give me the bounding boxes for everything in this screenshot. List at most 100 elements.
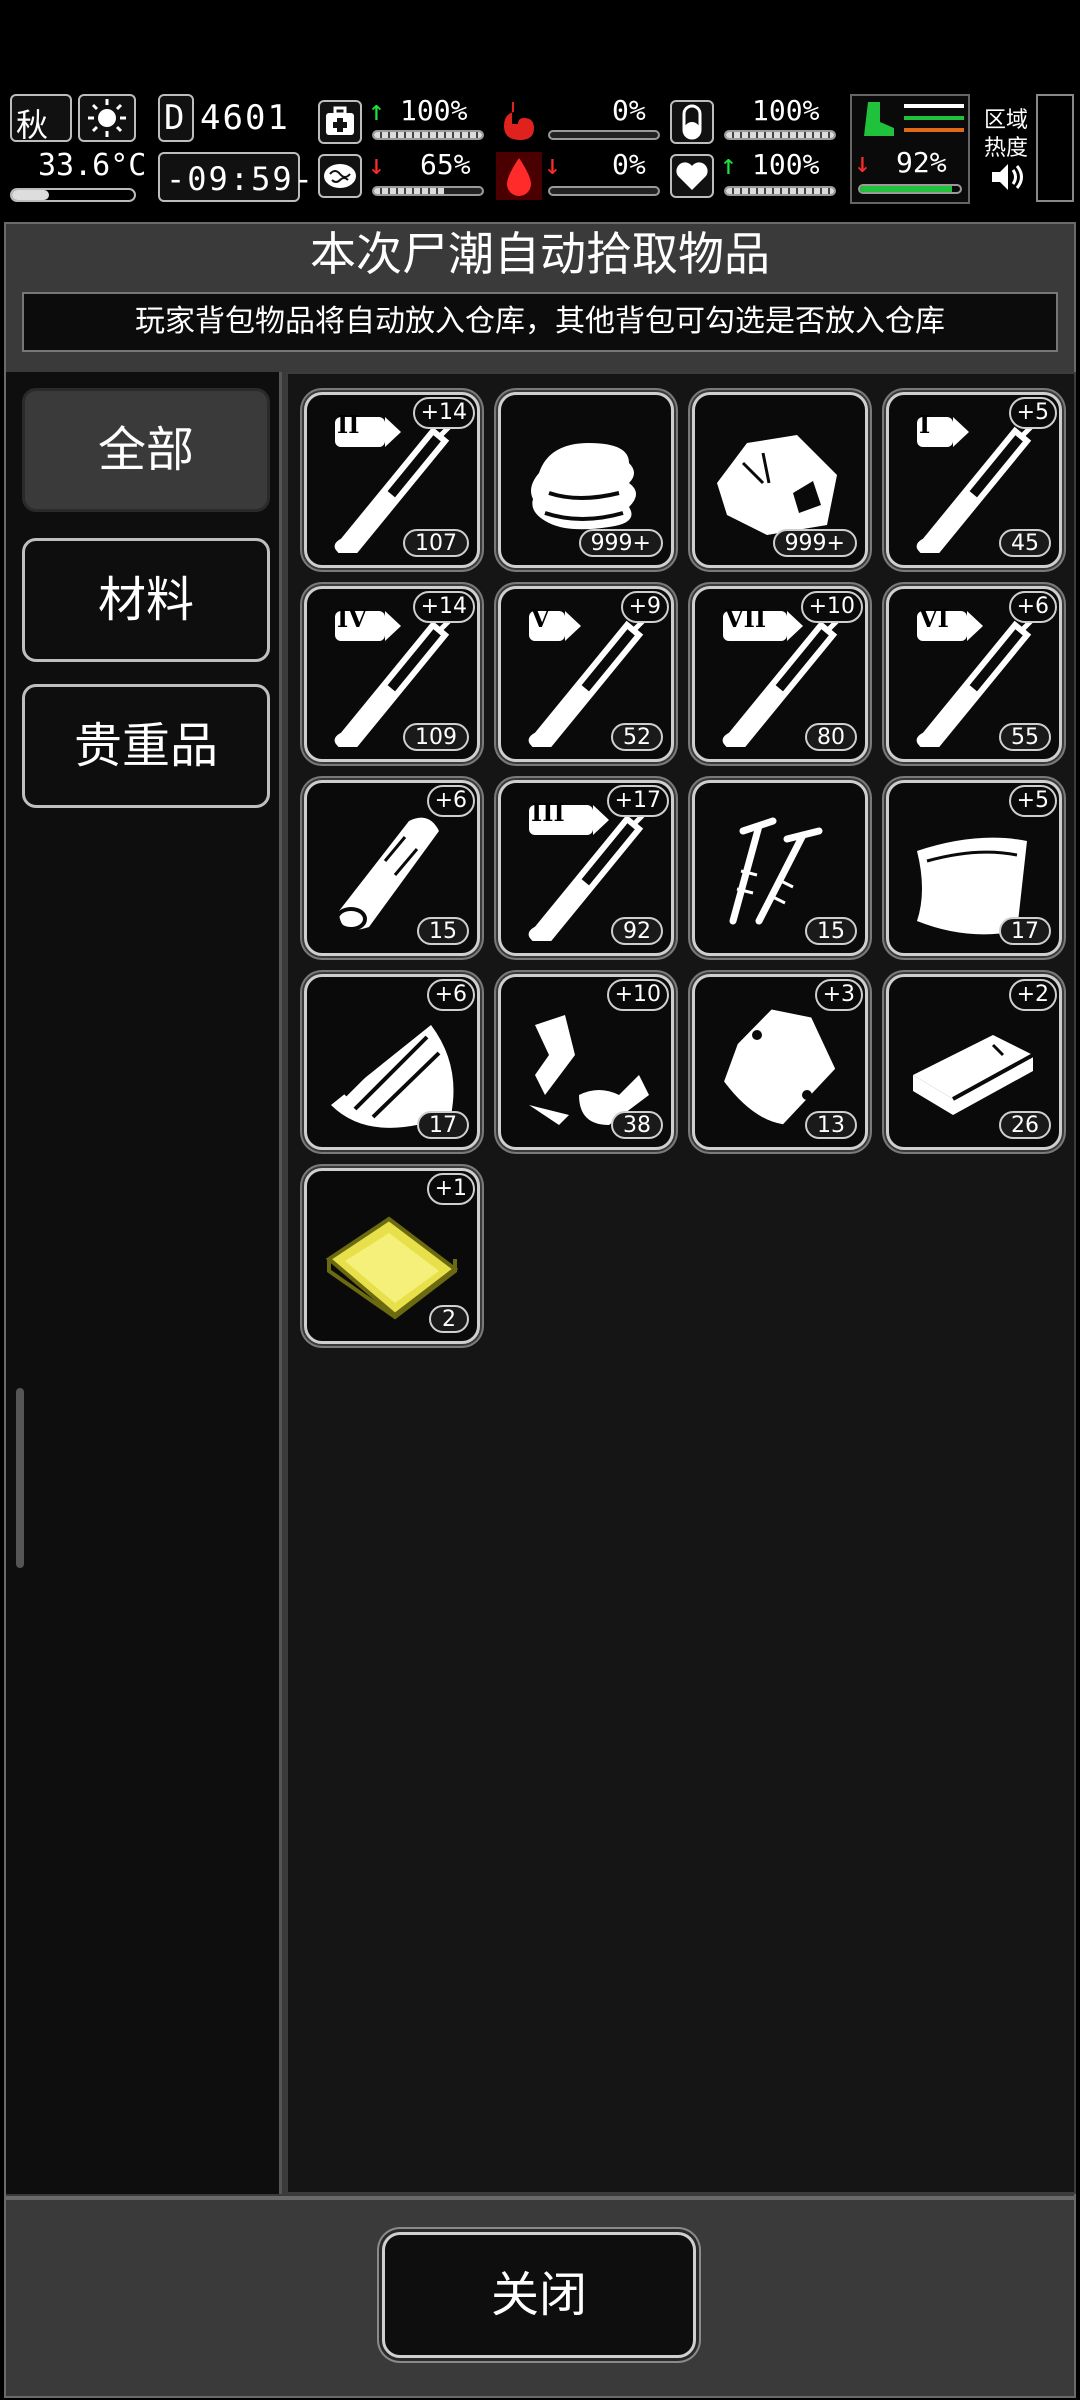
item-count-badge: 107 (403, 529, 469, 557)
heart-icon (670, 154, 714, 198)
item-bonus-badge: +1 (426, 1173, 475, 1205)
item-bonus-badge: +9 (620, 591, 669, 623)
stamina-bar (858, 184, 962, 194)
item-count-badge: 52 (611, 723, 663, 751)
stamina-down-arrow-icon: ↓ (854, 146, 871, 179)
item-tier-label: VII (725, 604, 767, 633)
speaker-icon[interactable] (990, 160, 1026, 194)
category-sidebar: 全部 材料 贵重品 (6, 372, 282, 2194)
blood-bar (548, 186, 660, 196)
item-bonus-badge: +14 (412, 591, 475, 623)
heart-bar (724, 186, 836, 196)
item-slot[interactable]: 999+ (692, 392, 868, 568)
brain-value: 65% (420, 148, 471, 181)
item-bonus-badge: +5 (1008, 785, 1057, 817)
item-count-badge: 80 (805, 723, 857, 751)
thirst-bar (724, 130, 836, 140)
item-bonus-badge: +6 (426, 979, 475, 1011)
weather-sun-icon (78, 94, 136, 142)
item-slot[interactable]: II +14 107 (304, 392, 480, 568)
item-count-badge: 92 (611, 917, 663, 945)
item-slot[interactable]: I +5 45 (886, 392, 1062, 568)
close-button[interactable]: 关闭 (382, 2232, 696, 2358)
item-bonus-badge: +10 (606, 979, 669, 1011)
item-bonus-badge: +6 (1008, 591, 1057, 623)
clock: -09:59- (166, 160, 315, 198)
item-tier-label: VI (919, 604, 949, 633)
area-heat-meter (1036, 94, 1074, 202)
item-slot[interactable]: 15 (692, 780, 868, 956)
item-tier-label: I (919, 410, 931, 439)
item-slot[interactable]: VII +10 80 (692, 586, 868, 762)
item-count-badge: 999+ (578, 529, 663, 557)
item-slot[interactable]: +6 15 (304, 780, 480, 956)
item-slot[interactable]: +3 13 (692, 974, 868, 1150)
temperature-gauge (10, 188, 136, 202)
category-tab-all[interactable]: 全部 (22, 388, 270, 512)
blood-value: 0% (612, 148, 646, 181)
item-slot[interactable]: +5 17 (886, 780, 1062, 956)
stamina-value: 92% (896, 146, 947, 179)
item-bonus-badge: +10 (800, 591, 863, 623)
clock-box: -09:59- (158, 152, 313, 202)
category-tab-valuables[interactable]: 贵重品 (22, 684, 270, 808)
day-counter: 4601 (200, 98, 290, 138)
item-count-badge: 2 (429, 1305, 469, 1333)
item-slot[interactable]: +6 17 (304, 974, 480, 1150)
item-count-badge: 17 (417, 1111, 469, 1139)
item-slot[interactable]: 999+ (498, 392, 674, 568)
item-slot[interactable]: +1 2 (304, 1168, 480, 1344)
brain-bar (372, 186, 484, 196)
thirst-value: 100% (752, 94, 820, 127)
brain-icon (318, 154, 362, 198)
blood-drop-icon (496, 152, 542, 200)
status-bar: 秋 33.6°C D 4601 -09:59- ↑ 100% ↓ 65% 0% … (0, 88, 1080, 212)
item-slot[interactable]: V +9 52 (498, 586, 674, 762)
health-bar (372, 130, 484, 140)
health-value: 100% (400, 94, 468, 127)
area-heat-label-2: 热度 (984, 136, 1029, 161)
item-bonus-badge: +3 (814, 979, 863, 1011)
heart-value: 100% (752, 148, 820, 181)
season-label: 秋 (16, 106, 49, 144)
pill-icon (670, 100, 714, 144)
item-slot[interactable]: III +17 92 (498, 780, 674, 956)
item-count-badge: 17 (999, 917, 1051, 945)
item-slot[interactable]: +2 26 (886, 974, 1062, 1150)
heart-up-arrow-icon: ↑ (720, 148, 737, 181)
hunger-bar (548, 130, 660, 140)
boot-icon (864, 102, 894, 136)
item-count-badge: 999+ (772, 529, 857, 557)
item-count-badge: 15 (417, 917, 469, 945)
item-count-badge: 38 (611, 1111, 663, 1139)
category-tab-materials[interactable]: 材料 (22, 538, 270, 662)
item-tier-label: III (531, 798, 565, 827)
item-bonus-badge: +17 (606, 785, 669, 817)
item-bonus-badge: +6 (426, 785, 475, 817)
stamina-panel: ↓ 92% (850, 94, 970, 204)
dialog-title: 本次尸潮自动拾取物品 (310, 227, 770, 281)
item-count-badge: 45 (999, 529, 1051, 557)
brain-down-arrow-icon: ↓ (368, 148, 385, 181)
item-bonus-badge: +14 (412, 397, 475, 429)
dialog-subtitle: 玩家背包物品将自动放入仓库，其他背包可勾选是否放入仓库 (22, 292, 1058, 352)
item-slot[interactable]: VI +6 55 (886, 586, 1062, 762)
medkit-icon (318, 100, 362, 144)
sidebar-scrollbar[interactable] (16, 1388, 24, 1568)
item-tier-label: II (337, 410, 360, 439)
item-tier-label: IV (337, 604, 367, 633)
blood-down-arrow-icon: ↓ (544, 148, 561, 181)
temperature-readout: 33.6°C (38, 148, 147, 183)
item-slot[interactable]: IV +14 109 (304, 586, 480, 762)
item-count-badge: 109 (403, 723, 469, 751)
hunger-value: 0% (612, 94, 646, 127)
item-bonus-badge: +5 (1008, 397, 1057, 429)
item-count-badge: 55 (999, 723, 1051, 751)
stomach-icon (496, 98, 542, 144)
season-box: 秋 (10, 94, 72, 144)
health-up-arrow-icon: ↑ (368, 94, 385, 127)
item-count-badge: 26 (999, 1111, 1051, 1139)
item-tier-label: V (531, 604, 550, 633)
item-slot[interactable]: +10 38 (498, 974, 674, 1150)
item-bonus-badge: +2 (1008, 979, 1057, 1011)
